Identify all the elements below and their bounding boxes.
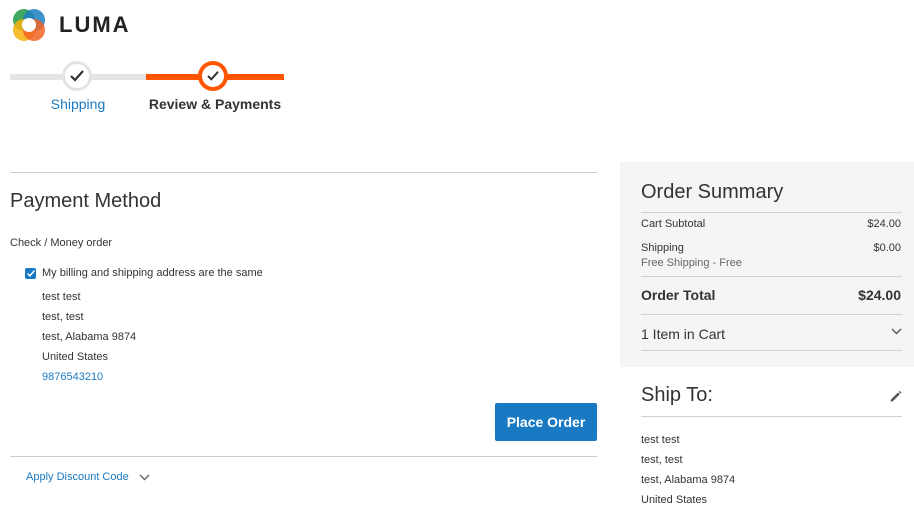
brand-name: LUMA	[59, 12, 131, 37]
apply-discount-toggle[interactable]: Apply Discount Code	[26, 471, 150, 483]
order-total-value: $24.00	[858, 287, 901, 303]
payment-method-name[interactable]: Check / Money order	[10, 237, 112, 249]
luma-logo[interactable]: LUMA	[10, 6, 140, 44]
apply-discount-label: Apply Discount Code	[26, 471, 129, 483]
step-shipping-label[interactable]: Shipping	[30, 96, 126, 112]
check-icon	[207, 71, 219, 81]
divider	[641, 212, 902, 213]
ship-to-title: Ship To:	[641, 384, 713, 406]
shipping-method: Free Shipping - Free	[641, 257, 742, 269]
order-total-label: Order Total	[641, 287, 716, 303]
divider	[641, 276, 902, 277]
divider	[10, 456, 597, 457]
billing-same-checkbox[interactable]	[25, 268, 36, 279]
check-icon	[70, 70, 84, 82]
chevron-down-icon	[139, 474, 150, 480]
divider	[641, 416, 902, 417]
divider	[641, 314, 902, 315]
pencil-icon[interactable]	[889, 390, 902, 403]
divider	[10, 172, 597, 173]
billing-address-city: test, Alabama 9874	[42, 331, 137, 343]
place-order-button[interactable]: Place Order	[495, 403, 597, 441]
billing-address-phone[interactable]: 9876543210	[42, 371, 103, 383]
ship-to-country: United States	[641, 494, 708, 506]
billing-address-country: United States	[42, 351, 109, 363]
order-summary-title: Order Summary	[641, 181, 784, 203]
step-review-label: Review & Payments	[148, 96, 282, 112]
billing-address-name: test test	[42, 291, 81, 303]
cart-subtotal-label: Cart Subtotal	[641, 218, 706, 230]
payment-method-title: Payment Method	[10, 190, 162, 212]
ship-to-street: test, test	[641, 454, 683, 466]
step-review-marker	[198, 61, 228, 91]
billing-address-street: test, test	[42, 311, 84, 323]
billing-same-label[interactable]: My billing and shipping address are the …	[42, 267, 263, 279]
ship-to-city: test, Alabama 9874	[641, 474, 736, 486]
chevron-down-icon[interactable]	[891, 328, 902, 335]
items-in-cart-toggle[interactable]: 1 Item in Cart	[641, 326, 725, 342]
check-icon	[26, 270, 35, 277]
luma-logo-icon	[13, 9, 45, 41]
ship-to-name: test test	[641, 434, 680, 446]
shipping-label: Shipping	[641, 242, 684, 254]
step-shipping-marker[interactable]	[62, 61, 92, 91]
shipping-value: $0.00	[873, 242, 901, 254]
divider	[641, 350, 902, 351]
cart-subtotal-value: $24.00	[867, 218, 901, 230]
